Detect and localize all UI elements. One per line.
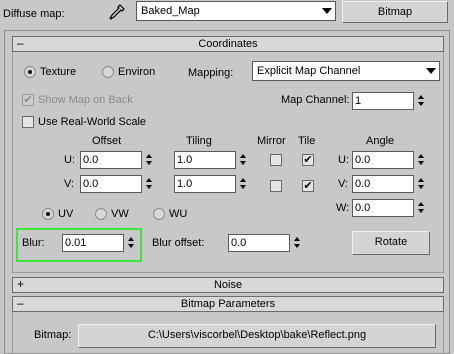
v-offset-spinner[interactable] (145, 175, 155, 193)
rotate-button[interactable]: Rotate (352, 231, 430, 255)
map-name-value: Baked_Map (141, 5, 200, 17)
w-angle-spinner[interactable] (417, 199, 427, 217)
mapping-label: Mapping: (188, 67, 234, 79)
v-angle-input[interactable]: 0.0 (352, 175, 414, 193)
expand-icon: + (17, 277, 25, 291)
wu-radio[interactable] (153, 208, 165, 220)
rollout-bitmap-parameters[interactable]: – Bitmap Parameters (12, 296, 444, 312)
blur-offset-input[interactable]: 0.0 (228, 234, 290, 252)
chevron-down-icon (426, 68, 436, 74)
eyedropper-icon[interactable] (107, 3, 127, 23)
uv-label: UV (58, 208, 74, 220)
map-channel-spinner[interactable] (417, 92, 427, 110)
chevron-down-icon (322, 8, 332, 14)
v-offset-label: V: (64, 178, 74, 190)
u-mirror-checkbox[interactable] (270, 154, 282, 166)
bitmap-path-button[interactable]: C:\Users\viscorbel\Desktop\bake\Reflect.… (78, 324, 436, 348)
vw-radio[interactable] (95, 208, 107, 220)
texture-label: Texture (40, 66, 77, 78)
rollout-noise-title: Noise (213, 279, 243, 291)
tiling-header: Tiling (186, 135, 212, 147)
blur-input[interactable]: 0.01 (62, 234, 124, 252)
u-offset-input[interactable]: 0.0 (80, 151, 142, 169)
v-tile-checkbox[interactable]: ✔ (302, 180, 314, 192)
real-world-scale-label: Use Real-World Scale (38, 116, 147, 128)
diffuse-map-label: Diffuse map: (3, 8, 65, 20)
collapse-icon: – (17, 36, 24, 50)
u-angle-label: U: (338, 154, 349, 166)
show-map-on-back-label: Show Map on Back (38, 94, 133, 106)
angle-header: Angle (366, 135, 395, 147)
u-tiling-input[interactable]: 1.0 (174, 151, 236, 169)
blur-label: Blur: (22, 237, 45, 249)
texture-radio[interactable] (24, 66, 36, 78)
blur-spinner[interactable] (127, 234, 137, 252)
u-angle-input[interactable]: 0.0 (352, 151, 414, 169)
coordinates-panel-bottom (12, 272, 444, 273)
material-slot-bar: Diffuse map: Baked_Map Bitmap (0, 0, 454, 28)
map-channel-label: Map Channel: (281, 94, 350, 106)
w-angle-input[interactable]: 0.0 (352, 199, 414, 217)
uv-radio[interactable] (42, 208, 54, 220)
u-tile-checkbox[interactable]: ✔ (302, 154, 314, 166)
offset-header: Offset (92, 135, 122, 147)
v-tiling-input[interactable]: 1.0 (174, 175, 236, 193)
map-channel-input[interactable]: 1 (352, 92, 414, 110)
u-offset-spinner[interactable] (145, 151, 155, 169)
show-map-on-back-checkbox[interactable]: ✔ (22, 94, 34, 106)
u-tiling-spinner[interactable] (239, 151, 249, 169)
rollout-noise[interactable]: + Noise (12, 277, 444, 293)
v-tiling-spinner[interactable] (239, 175, 249, 193)
u-angle-spinner[interactable] (417, 151, 427, 169)
rollout-coordinates-title: Coordinates (198, 38, 258, 50)
tile-header: Tile (298, 135, 316, 147)
map-type-button[interactable]: Bitmap (342, 1, 448, 23)
bitmap-label: Bitmap: (34, 329, 72, 341)
vw-label: VW (111, 208, 129, 220)
mirror-header: Mirror (257, 135, 286, 147)
rollout-coordinates[interactable]: – Coordinates (12, 36, 444, 52)
map-name-field[interactable]: Baked_Map (136, 1, 336, 21)
u-offset-label: U: (64, 154, 75, 166)
environ-label: Environ (118, 66, 156, 78)
collapse-icon: – (17, 296, 24, 310)
mapping-value: Explicit Map Channel (257, 65, 361, 77)
environ-radio[interactable] (102, 66, 114, 78)
wu-label: WU (169, 208, 188, 220)
w-angle-label: W: (336, 202, 350, 214)
v-angle-label: V: (338, 178, 348, 190)
v-offset-input[interactable]: 0.0 (80, 175, 142, 193)
real-world-scale-checkbox[interactable] (22, 116, 34, 128)
v-mirror-checkbox[interactable] (270, 180, 282, 192)
mapping-select[interactable]: Explicit Map Channel (252, 61, 440, 81)
blur-offset-spinner[interactable] (293, 234, 303, 252)
blur-offset-label: Blur offset: (152, 237, 205, 249)
rollout-bitmap-parameters-title: Bitmap Parameters (180, 298, 276, 310)
v-angle-spinner[interactable] (417, 175, 427, 193)
